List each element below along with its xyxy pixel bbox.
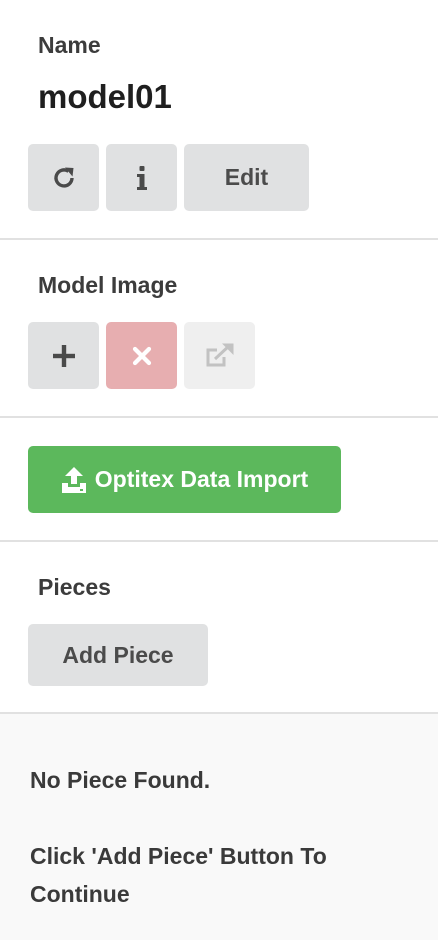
optitex-import-label: Optitex Data Import [94,466,309,492]
plus-icon [52,344,76,368]
divider [0,540,438,542]
model-name-title: model01 [38,78,172,115]
optitex-import-button[interactable]: Optitex Data Import [28,446,341,513]
remove-image-button[interactable] [106,322,177,389]
add-piece-label: Add Piece [62,641,174,668]
pieces-label: Pieces [38,574,111,600]
upload-icon [61,466,87,494]
divider [0,238,438,240]
add-piece-button[interactable]: Add Piece [28,624,208,686]
open-image-button[interactable] [184,322,255,389]
edit-button-label: Edit [224,164,269,190]
name-label: Name [38,32,101,58]
divider [0,416,438,418]
add-image-button[interactable] [28,322,99,389]
refresh-icon [51,165,77,191]
info-button[interactable] [106,144,177,211]
model-image-label: Model Image [38,272,178,298]
empty-state-message: Click 'Add Piece' Button To Continue [30,843,327,907]
empty-state-title: No Piece Found. [30,767,211,793]
external-link-icon [204,342,236,370]
refresh-button[interactable] [28,144,99,211]
edit-button[interactable]: Edit [184,144,309,211]
info-icon [135,165,149,191]
close-icon [131,345,153,367]
